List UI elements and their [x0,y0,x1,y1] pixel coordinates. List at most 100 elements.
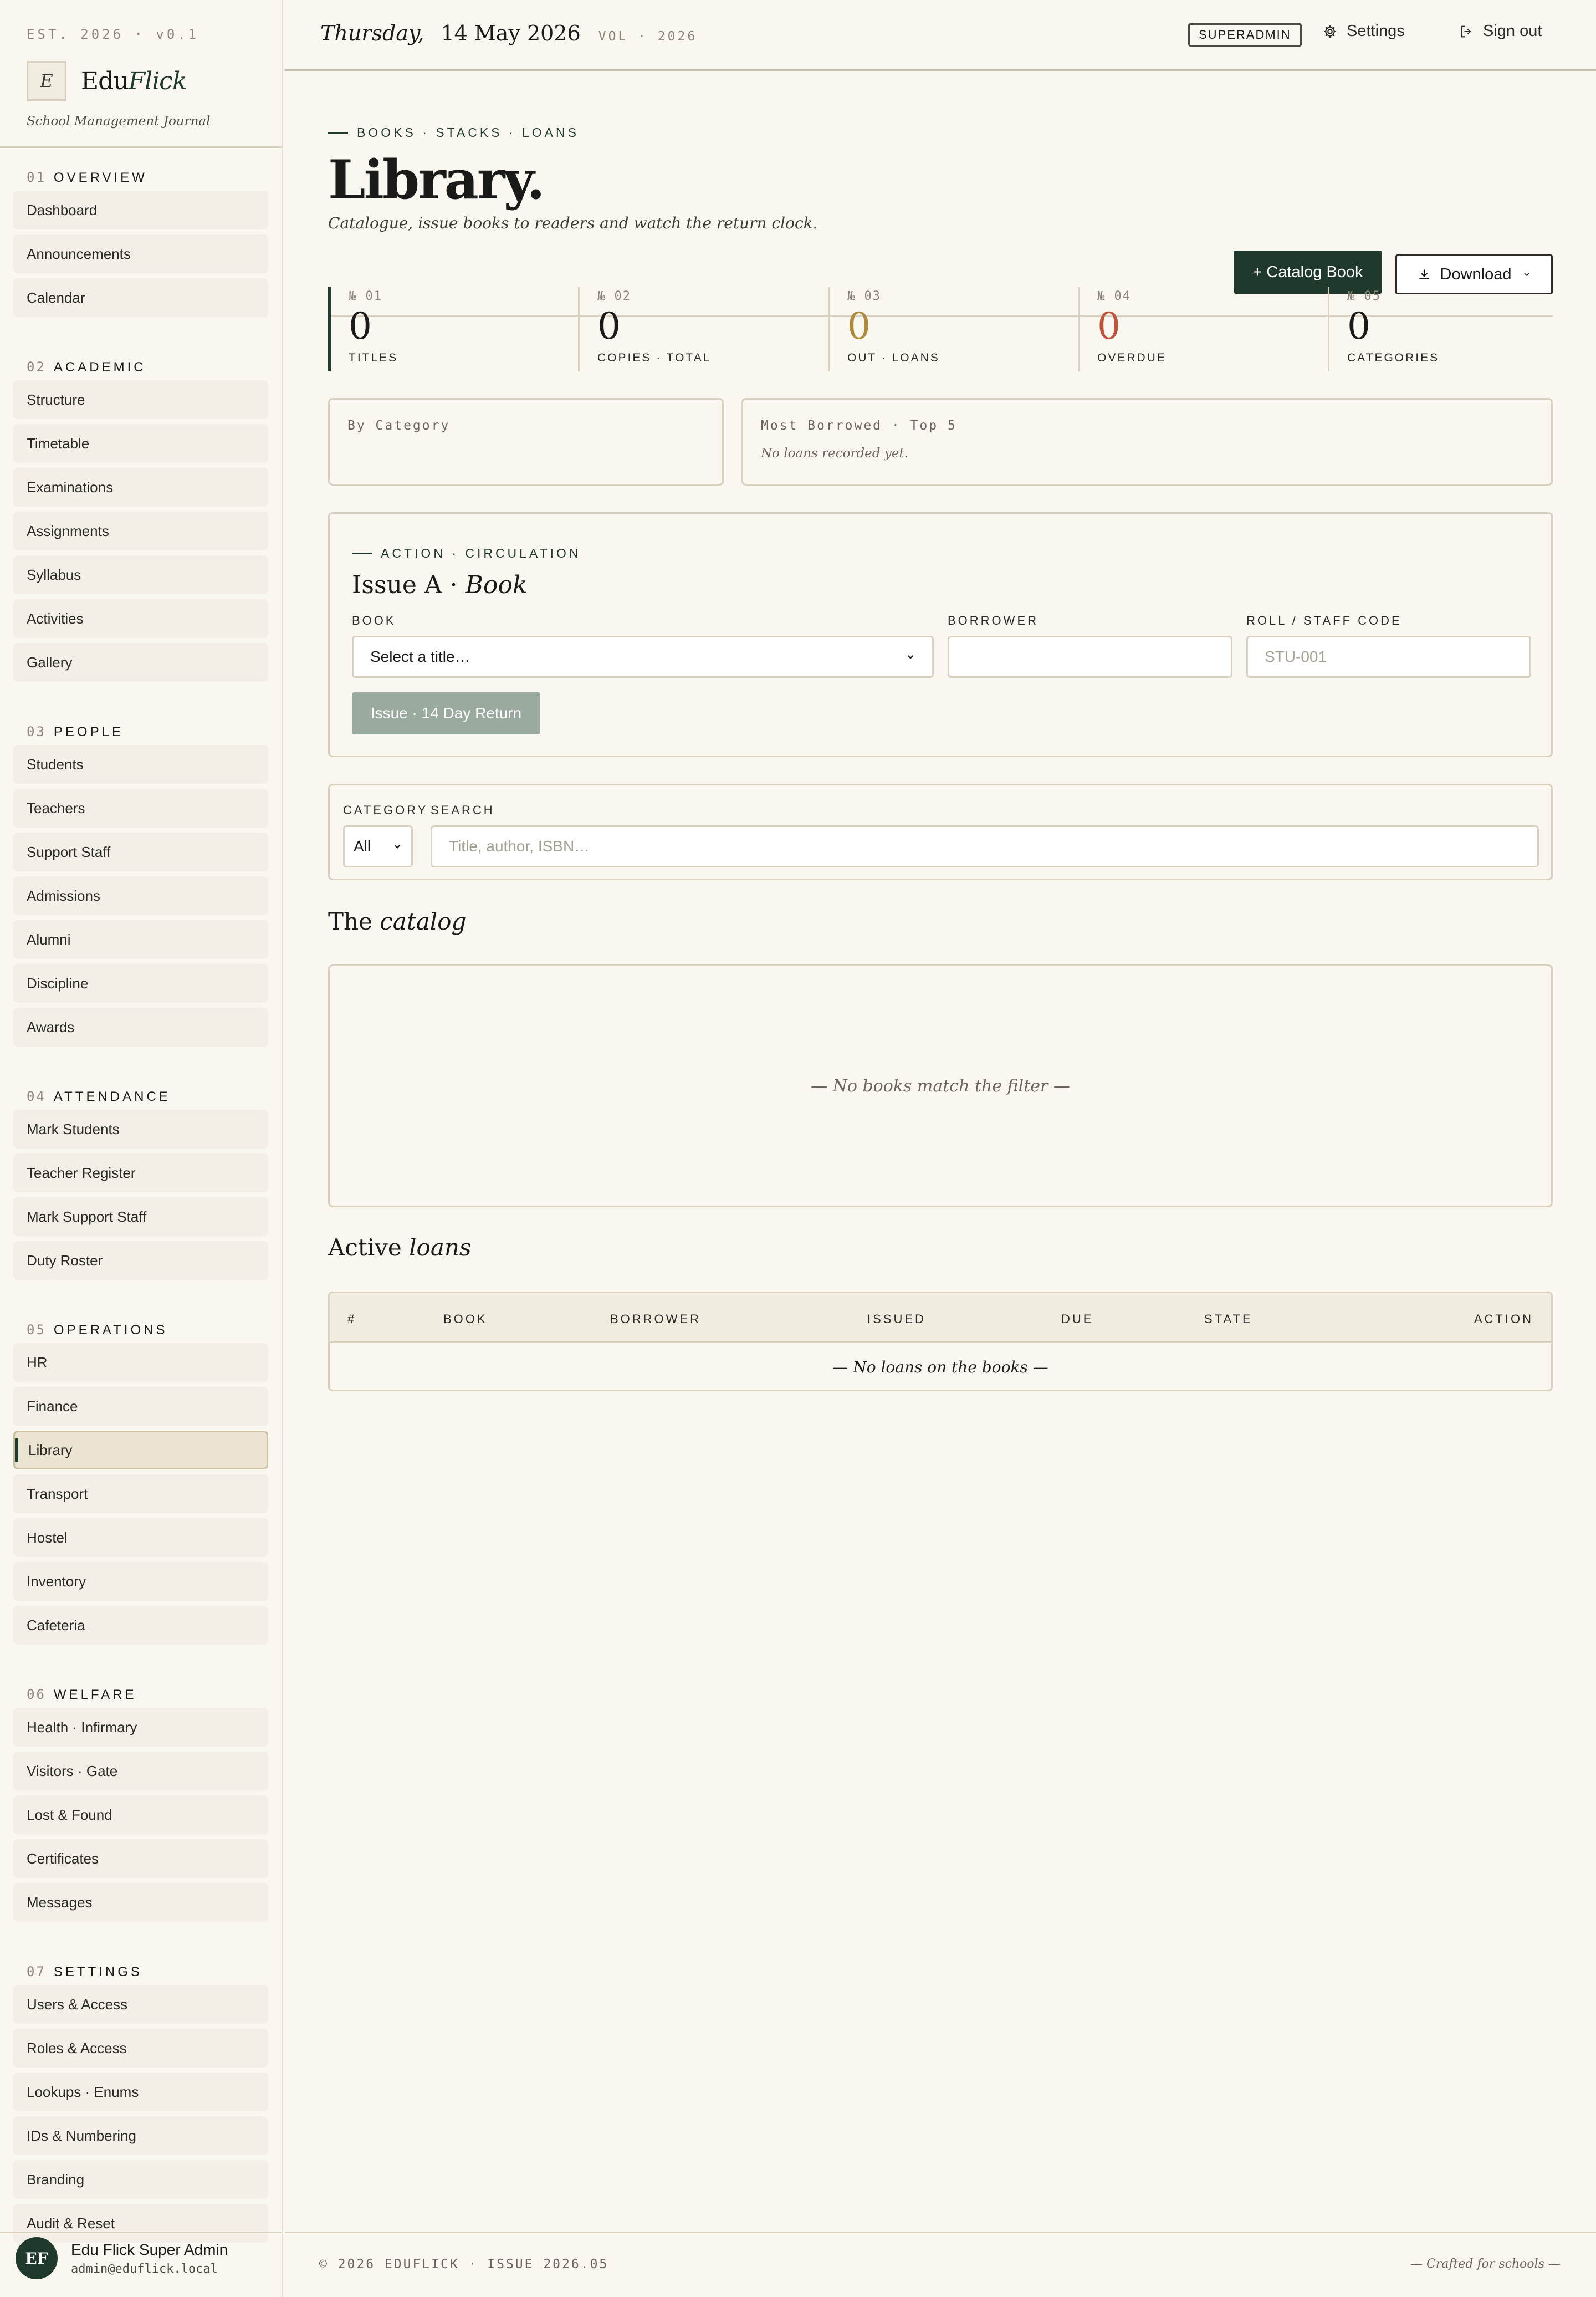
loans-title-plain: Active [328,1234,410,1261]
sidebar-item-discipline[interactable]: Discipline [13,964,268,1003]
settings-button[interactable]: Settings [1322,22,1405,40]
column-header-index[interactable]: # [347,1312,356,1326]
eyebrow-dash [328,132,348,134]
sidebar-section-title: ACADEMIC [53,360,146,375]
column-header-book[interactable]: BOOK [443,1312,488,1326]
sidebar-item-visitors-gate[interactable]: Visitors · Gate [13,1752,268,1790]
page-subtitle: Catalogue, issue books to readers and wa… [328,213,818,232]
user-profile[interactable]: EF Edu Flick Super Admin admin@eduflick.… [16,2237,228,2279]
sidebar-item-announcements[interactable]: Announcements [13,234,268,273]
sidebar-section-title: ATTENDANCE [53,1089,171,1104]
sidebar-item-cafeteria[interactable]: Cafeteria [13,1606,268,1645]
sidebar-item-label: Support Staff [27,843,111,860]
loans-empty: — No loans on the books — [832,1357,1048,1376]
sidebar-item-structure[interactable]: Structure [13,380,268,419]
column-header-state[interactable]: STATE [1204,1312,1253,1326]
sidebar-item-label: Awards [27,1018,75,1035]
search-input[interactable]: Title, author, ISBN… [431,825,1539,867]
sidebar-item-gallery[interactable]: Gallery [13,643,268,682]
column-header-action[interactable]: ACTION [1474,1312,1533,1326]
sidebar-section-academic: 02 ACADEMIC [27,359,146,375]
sidebar-item-inventory[interactable]: Inventory [13,1562,268,1601]
sidebar-item-library[interactable]: Library [13,1431,268,1469]
sidebar-item-hostel[interactable]: Hostel [13,1518,268,1557]
sidebar-item-examinations[interactable]: Examinations [13,468,268,507]
user-divider [0,2232,283,2233]
sidebar-item-messages[interactable]: Messages [13,1883,268,1922]
sidebar-item-label: Transport [27,1485,88,1502]
most-borrowed-empty: No loans recorded yet. [761,446,908,461]
book-select[interactable]: Select a title… [352,636,934,678]
sidebar-item-duty-roster[interactable]: Duty Roster [13,1241,268,1280]
sidebar-item-branding[interactable]: Branding [13,2160,268,2199]
sidebar: EST. 2026 · v0.1 E EduFlick School Manag… [0,0,283,2297]
issue-eyebrow: ACTION · CIRCULATION [352,546,581,561]
role-badge: SUPERADMIN [1188,23,1302,47]
sidebar-item-timetable[interactable]: Timetable [13,424,268,463]
sidebar-section-number: 07 [27,1964,46,1979]
sidebar-item-students[interactable]: Students [13,745,268,784]
brand-est: EST. 2026 · v0.1 [27,27,200,42]
user-email: admin@eduflick.local [71,2262,218,2276]
roll-code-label: ROLL / STAFF CODE [1246,614,1402,627]
issue-eyebrow-text: ACTION · CIRCULATION [381,546,581,560]
sidebar-item-users-access[interactable]: Users & Access [13,1985,268,2024]
footer-divider [285,2232,1596,2233]
sidebar-item-calendar[interactable]: Calendar [13,278,268,317]
sidebar-item-syllabus[interactable]: Syllabus [13,555,268,594]
sign-out-button[interactable]: Sign out [1459,22,1542,40]
stat-label: CATEGORIES [1347,351,1440,364]
sidebar-item-support-staff[interactable]: Support Staff [13,833,268,871]
brand-divider [0,146,283,148]
stat-titles: № 01 0 TITLES [328,287,561,371]
sidebar-item-alumni[interactable]: Alumni [13,920,268,959]
sidebar-item-label: Teachers [27,799,85,816]
download-label: Download [1440,265,1512,283]
sidebar-section-overview: 01 OVERVIEW [27,170,147,186]
sidebar-item-health-infirmary[interactable]: Health · Infirmary [13,1708,268,1747]
issue-button[interactable]: Issue · 14 Day Return [352,692,540,734]
column-header-borrower[interactable]: BORROWER [610,1312,701,1326]
stat-number: № 03 [847,289,881,303]
sidebar-item-label: Branding [27,2171,85,2188]
loans-title-italic: loans [409,1234,472,1261]
footer-copyright: © 2026 EDUFLICK · ISSUE 2026.05 [319,2257,609,2272]
logo[interactable]: E EduFlick [27,61,270,101]
sidebar-section-people: 03 PEOPLE [27,724,124,740]
sidebar-item-assignments[interactable]: Assignments [13,512,268,550]
gear-icon [1323,25,1337,38]
sidebar-item-awards[interactable]: Awards [13,1008,268,1047]
sidebar-item-transport[interactable]: Transport [13,1474,268,1513]
sidebar-item-label: Timetable [27,435,90,452]
sidebar-item-label: Activities [27,610,84,627]
sidebar-section-number: 01 [27,170,46,185]
roll-code-input[interactable]: STU-001 [1246,636,1531,678]
sidebar-item-hr[interactable]: HR [13,1343,268,1382]
sidebar-item-admissions[interactable]: Admissions [13,876,268,915]
sidebar-item-label: Assignments [27,522,109,539]
sidebar-item-lookups-enums[interactable]: Lookups · Enums [13,2073,268,2111]
sidebar-item-mark-students[interactable]: Mark Students [13,1110,268,1148]
loans-table-header: # BOOK BORROWER ISSUED DUE STATE ACTION [330,1293,1551,1343]
sidebar-item-certificates[interactable]: Certificates [13,1839,268,1878]
sidebar-item-ids-numbering[interactable]: IDs & Numbering [13,2116,268,2155]
column-header-due[interactable]: DUE [1061,1312,1093,1326]
sidebar-item-dashboard[interactable]: Dashboard [13,191,268,229]
sidebar-item-label: Users & Access [27,1995,128,2013]
brand-block: EST. 2026 · v0.1 E EduFlick School Manag… [27,27,270,129]
sidebar-item-finance[interactable]: Finance [13,1387,268,1426]
sidebar-item-roles-access[interactable]: Roles & Access [13,2029,268,2068]
date-full: 14 May 2026 [441,21,581,45]
most-borrowed-panel: Most Borrowed · Top 5 No loans recorded … [741,398,1553,486]
column-header-issued[interactable]: ISSUED [867,1312,926,1326]
sidebar-section-welfare: 06 WELFARE [27,1687,137,1703]
sidebar-item-mark-support-staff[interactable]: Mark Support Staff [13,1197,268,1236]
sidebar-item-activities[interactable]: Activities [13,599,268,638]
loans-empty-row: — No loans on the books — [330,1343,1551,1391]
sidebar-section-attendance: 04 ATTENDANCE [27,1089,171,1105]
category-select[interactable]: All [343,825,413,867]
borrower-input[interactable] [948,636,1232,678]
sidebar-item-teachers[interactable]: Teachers [13,789,268,828]
sidebar-item-teacher-register[interactable]: Teacher Register [13,1153,268,1192]
sidebar-item-lost-found[interactable]: Lost & Found [13,1795,268,1834]
